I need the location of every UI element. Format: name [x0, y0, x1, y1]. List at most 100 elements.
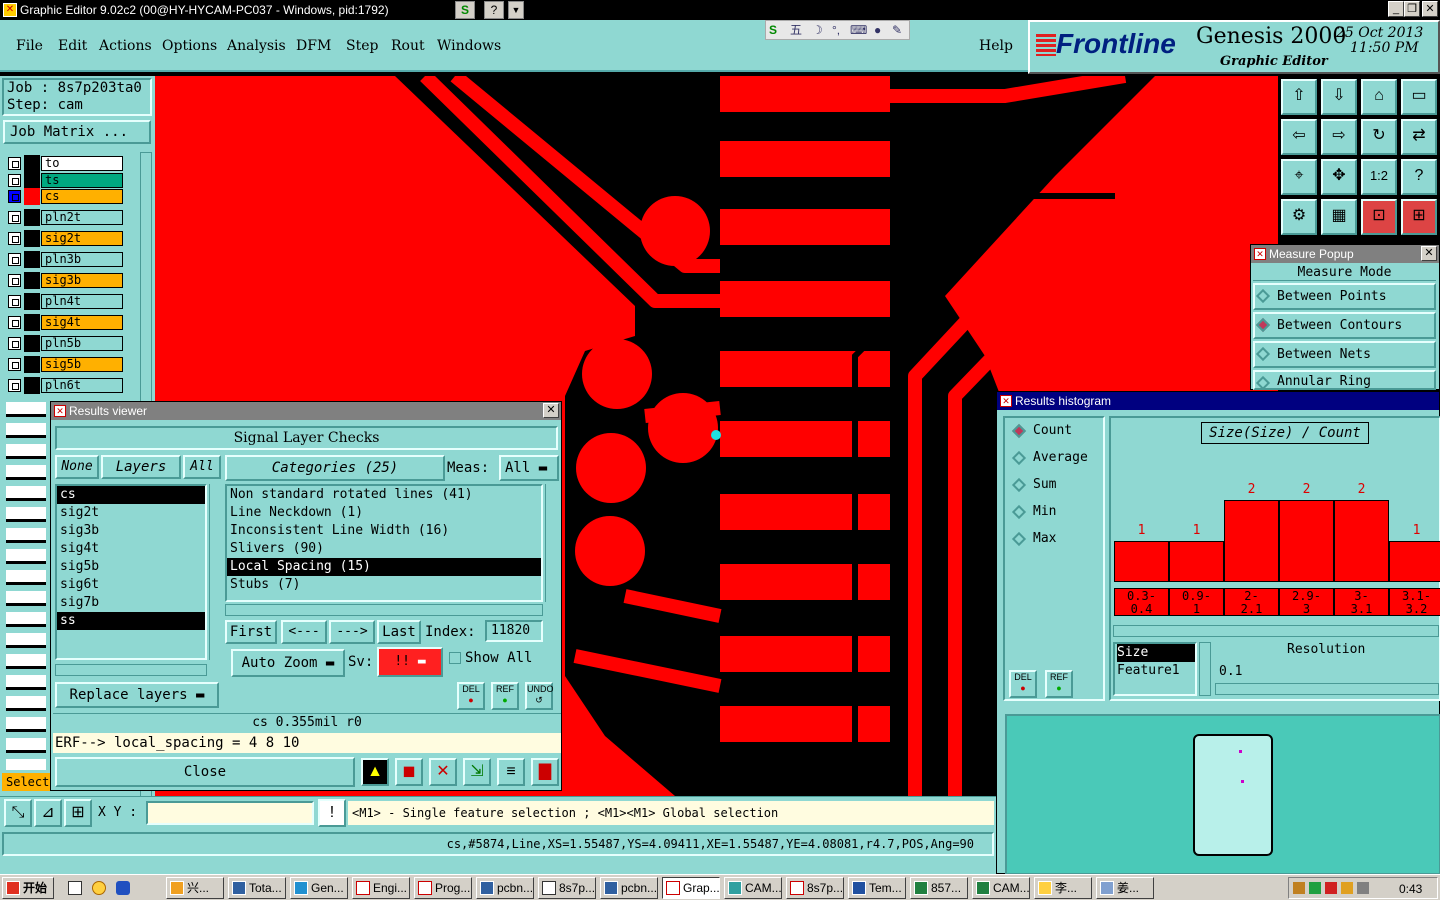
zoom-fit-icon[interactable]: ⌖	[1281, 159, 1317, 195]
size-label[interactable]: Size	[1117, 644, 1195, 662]
task-item[interactable]: pcbn...	[476, 877, 534, 899]
layer-row[interactable]: pln2t	[4, 209, 124, 226]
task-item[interactable]: Engi...	[352, 877, 410, 899]
layer-name[interactable]: ts	[41, 173, 123, 188]
alert-icon[interactable]: !	[318, 799, 346, 827]
clear-icon[interactable]: ✕	[429, 758, 457, 786]
replace-layers-button[interactable]: Replace layers ▬	[55, 682, 219, 708]
list-item[interactable]: cs	[57, 486, 205, 504]
list-item[interactable]: ss	[57, 612, 205, 630]
task-item[interactable]: CAM...	[724, 877, 782, 899]
layer-row[interactable]: pln3b	[4, 251, 124, 268]
menu-options[interactable]: Options	[162, 38, 217, 54]
annular-ring-option[interactable]: Annular Ring	[1253, 370, 1436, 390]
snap-grid-icon[interactable]: ⊿	[34, 799, 62, 827]
task-item[interactable]: 8s7p...	[538, 877, 596, 899]
layer-checkbox[interactable]	[8, 211, 21, 224]
crosshair-icon[interactable]: ⊞	[64, 799, 92, 827]
all-layers-button[interactable]: All	[183, 455, 221, 479]
layer-checkbox[interactable]	[8, 190, 21, 203]
close-icon[interactable]: ✕	[1421, 246, 1437, 261]
category-list[interactable]: Non standard rotated lines (41) Line Nec…	[225, 484, 543, 602]
task-item[interactable]: 8s7p...	[786, 877, 844, 899]
task-item[interactable]: 兴...	[166, 877, 224, 899]
grid-icon[interactable]: ▦	[1321, 199, 1357, 235]
list-item[interactable]: Slivers (90)	[227, 540, 541, 558]
ime-dropdown-icon[interactable]: ▼	[508, 1, 524, 19]
tray-icon[interactable]	[1325, 882, 1337, 894]
layer-row[interactable]: cs	[4, 188, 124, 205]
task-item[interactable]: 857...	[910, 877, 968, 899]
next-button[interactable]: --->	[329, 620, 375, 644]
zoom-area-icon[interactable]: ⤡	[4, 799, 32, 827]
highlight-icon[interactable]: ▲	[361, 758, 389, 786]
layer-checkbox[interactable]	[8, 316, 21, 329]
graphic-icon[interactable]: ◼	[395, 758, 423, 786]
first-button[interactable]: First	[225, 620, 277, 644]
layer-row[interactable]: sig4t	[4, 314, 124, 331]
histogram-bar[interactable]	[1224, 500, 1279, 582]
between-nets-option[interactable]: Between Nets	[1253, 341, 1436, 368]
layer-name[interactable]: sig3b	[41, 273, 123, 288]
layer-checkbox[interactable]	[8, 337, 21, 350]
histogram-scrollbar[interactable]	[1113, 625, 1439, 637]
histogram-bar[interactable]	[1169, 541, 1224, 582]
layer-row[interactable]: pln5b	[4, 335, 124, 352]
list-item-selected[interactable]: Local Spacing (15)	[227, 558, 541, 576]
layer-checkbox[interactable]	[8, 358, 21, 371]
task-item[interactable]: 李...	[1034, 877, 1092, 899]
del-button[interactable]: DEL ●	[457, 682, 485, 710]
show-all-checkbox[interactable]	[449, 652, 461, 664]
layer-name[interactable]: pln5b	[41, 336, 123, 351]
auto-zoom-button[interactable]: Auto Zoom ▬	[231, 649, 345, 677]
report-icon[interactable]: ≡	[497, 758, 525, 786]
layer-row[interactable]: to	[4, 155, 124, 172]
zoom-bottom-icon[interactable]: ⇩	[1321, 79, 1357, 115]
pan-left-icon[interactable]: ⇦	[1281, 119, 1317, 155]
severity-select[interactable]: !! ▬	[377, 647, 443, 677]
quicklaunch-shield-icon[interactable]	[116, 881, 130, 895]
task-item[interactable]: Prog...	[414, 877, 472, 899]
ime-toolbar[interactable]: S 五 ☽ °, ⌨ ● ✎	[765, 20, 910, 40]
list-item[interactable]: sig2t	[57, 504, 205, 522]
index-input[interactable]: 11820	[485, 620, 543, 642]
histogram-icon[interactable]: ▇	[531, 758, 559, 786]
layer-name[interactable]: sig2t	[41, 231, 123, 246]
histogram-del-button[interactable]: DEL ●	[1009, 670, 1037, 698]
between-contours-option[interactable]: Between Contours	[1253, 312, 1436, 339]
ime-s-icon[interactable]: S	[455, 1, 475, 19]
task-item[interactable]: Gen...	[290, 877, 348, 899]
list-item[interactable]: Inconsistent Line Width (16)	[227, 522, 541, 540]
task-item[interactable]: pcbn...	[600, 877, 658, 899]
measure-icon[interactable]: ⊡	[1361, 199, 1397, 235]
category-scrollbar[interactable]	[545, 484, 557, 602]
undo-button[interactable]: UNDO ↺	[525, 682, 554, 710]
task-item-active[interactable]: Grap...	[662, 877, 720, 899]
task-item[interactable]: Tota...	[228, 877, 286, 899]
layer-name[interactable]: cs	[41, 189, 123, 204]
zoom-center-icon[interactable]: ✥	[1321, 159, 1357, 195]
layer-checkbox[interactable]	[8, 274, 21, 287]
layer-row[interactable]: pln6t	[4, 377, 124, 394]
last-button[interactable]: Last	[377, 620, 421, 644]
menu-edit[interactable]: Edit	[58, 38, 87, 54]
tray-icon[interactable]	[1293, 882, 1305, 894]
layer-name[interactable]: pln6t	[41, 378, 123, 393]
category-hscroll[interactable]	[225, 604, 543, 616]
start-button[interactable]: 开始	[2, 877, 54, 899]
histogram-bar[interactable]	[1389, 541, 1440, 582]
histogram-ref-button[interactable]: REF ●	[1045, 670, 1073, 698]
resolution-slider[interactable]	[1215, 683, 1439, 695]
task-item[interactable]: Tem...	[848, 877, 906, 899]
redraw-icon[interactable]: ↻	[1361, 119, 1397, 155]
layer-name[interactable]: sig5b	[41, 357, 123, 372]
export-icon[interactable]: ⇲	[463, 758, 491, 786]
toggle-icon[interactable]: ⇄	[1401, 119, 1437, 155]
list-item[interactable]: Line Neckdown (1)	[227, 504, 541, 522]
task-item[interactable]: CAM...	[972, 877, 1030, 899]
fit-window-icon[interactable]: ▭	[1401, 79, 1437, 115]
close-icon[interactable]: ✕	[543, 403, 559, 418]
mode-sum[interactable]: Sum	[1011, 474, 1056, 496]
histogram-bar[interactable]	[1114, 541, 1169, 582]
close-button[interactable]: ✕	[1422, 1, 1438, 17]
